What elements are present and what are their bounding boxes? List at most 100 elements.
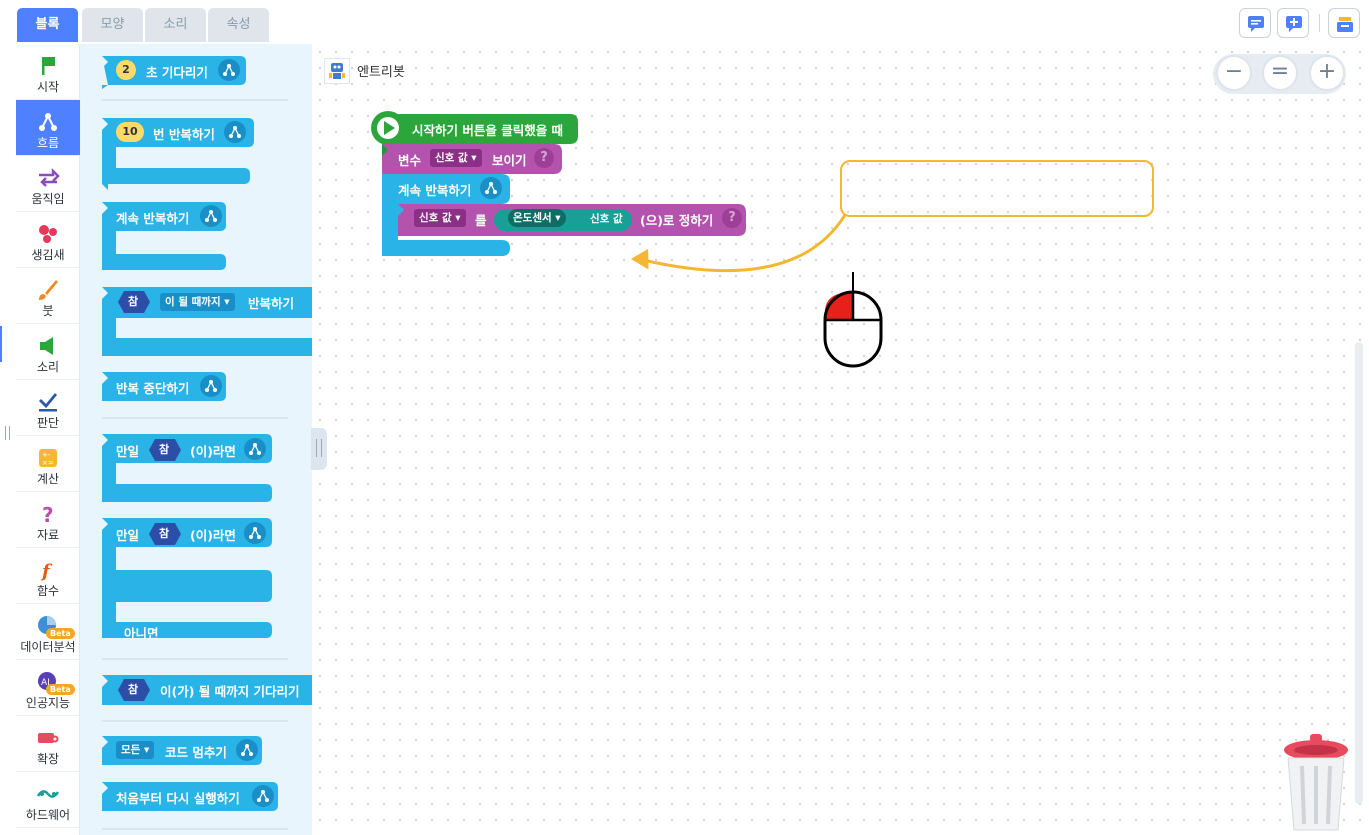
tab-properties[interactable]: 속성	[208, 8, 269, 42]
block-label: (이)라면	[190, 528, 236, 543]
category-data-analysis[interactable]: Beta 데이터분석	[16, 604, 80, 660]
category-label: 인공지능	[25, 696, 71, 710]
function-icon: f	[40, 561, 53, 582]
palette-collapse-handle[interactable]	[311, 428, 327, 470]
block-palette: 2 초 기다리기 10 번 반복하기 계속 반복하기 참 이 될 때까지 ▾ 반…	[80, 44, 312, 835]
number-input[interactable]: 10	[116, 122, 144, 142]
category-brush[interactable]: 붓	[16, 268, 80, 324]
variable-dropdown[interactable]: 신호 값 ▾	[414, 209, 466, 227]
block-label: 를	[475, 213, 487, 228]
dropdown-value: 온도센서	[513, 212, 552, 224]
block-storage-button[interactable]	[1328, 8, 1360, 38]
tutorial-arrow	[630, 214, 847, 273]
top-bar: 블록 모양 소리 속성	[0, 0, 1369, 44]
palette-blocks	[102, 56, 312, 830]
workspace-scrollbar[interactable]	[1355, 342, 1363, 804]
category-function[interactable]: f 함수	[16, 548, 80, 604]
object-thumbnail[interactable]	[324, 58, 350, 84]
add-comment-icon	[1286, 16, 1302, 32]
block-label: 만일	[116, 528, 140, 543]
else-label: 아니면	[124, 626, 159, 641]
block-label: 처음부터 다시 실행하기	[116, 791, 240, 806]
flow-icon	[200, 205, 222, 227]
category-label: 붓	[42, 304, 54, 318]
category-calculation[interactable]: +- ×= 계산	[16, 436, 80, 492]
svg-text:+-: +-	[42, 451, 51, 459]
dropdown-stop-target[interactable]: 모든 ▾	[116, 741, 155, 759]
block-label: 계속 반복하기	[398, 183, 472, 198]
category-extension[interactable]: 확장	[16, 716, 80, 772]
storage-box-icon	[1337, 17, 1353, 32]
block-label: 보이기	[492, 153, 527, 168]
svg-text:?: ?	[42, 503, 54, 526]
category-label: 계산	[36, 472, 60, 486]
block-label: 변수	[398, 153, 422, 168]
category-data[interactable]: ? 자료	[16, 492, 80, 548]
flow-icon	[236, 739, 258, 761]
entrybot-icon	[329, 63, 345, 79]
tutorial-callout	[840, 160, 1154, 217]
number-input[interactable]: 2	[116, 60, 136, 80]
comment-button[interactable]	[1239, 8, 1271, 38]
object-name: 엔트리봇	[357, 65, 405, 80]
category-sound[interactable]: 소리	[16, 324, 80, 380]
tab-sound[interactable]: 소리	[145, 8, 206, 42]
category-label: 흐름	[36, 136, 60, 150]
move-arrows-icon	[39, 167, 60, 187]
category-looks[interactable]: 생김새	[16, 212, 80, 268]
zoom-reset-button[interactable]: =	[1262, 55, 1298, 91]
zoom-out-button[interactable]: −	[1216, 55, 1252, 91]
zoom-in-button[interactable]: +	[1309, 55, 1345, 91]
speaker-icon	[40, 337, 53, 355]
category-label: 소리	[36, 360, 60, 374]
dropdown-value: 신호 값	[435, 152, 468, 164]
category-ai[interactable]: AI Beta 인공지능	[16, 660, 80, 716]
flow-icon	[218, 59, 240, 81]
flow-icon	[244, 438, 266, 460]
block-label: 이(가) 될 때까지 기다리기	[160, 684, 300, 699]
add-comment-button[interactable]	[1277, 8, 1309, 38]
category-label: 움직임	[31, 192, 65, 206]
flow-icon	[224, 121, 246, 143]
category-hardware[interactable]: 하드웨어	[16, 772, 80, 828]
category-label: 데이터분석	[20, 640, 76, 654]
block-label: 계속 반복하기	[116, 211, 190, 226]
trash-can-icon[interactable]	[1282, 734, 1350, 834]
dropdown-value: 이 될 때까지	[165, 296, 221, 308]
resize-indicator	[0, 326, 2, 362]
block-label: 번 반복하기	[153, 127, 215, 142]
panel-resize-handle[interactable]	[5, 426, 10, 440]
block-label: 초 기다리기	[146, 65, 208, 80]
flow-icon	[39, 113, 57, 131]
block-label: 반복 중단하기	[116, 381, 190, 396]
block-label: 만일	[116, 444, 140, 459]
svg-text:f: f	[40, 561, 53, 582]
help-icon[interactable]: ?	[534, 148, 554, 168]
tab-blocks[interactable]: 블록	[17, 8, 78, 42]
block-label: 코드 멈추기	[165, 745, 227, 760]
category-judgement[interactable]: 판단	[16, 380, 80, 436]
category-move[interactable]: 움직임	[16, 156, 80, 212]
variable-dropdown[interactable]: 신호 값 ▾	[430, 149, 482, 167]
tab-shapes[interactable]: 모양	[82, 8, 143, 42]
entry-editor: 블록 모양 소리 속성 시작 흐름 움직임 생김새 붓 소리 판단 +- ×= …	[0, 0, 1369, 835]
brush-icon	[39, 280, 58, 300]
category-label: 확장	[36, 752, 60, 766]
toolbar-divider	[1319, 14, 1320, 32]
calculator-icon: +-×=	[39, 449, 57, 467]
flow-icon	[480, 177, 502, 199]
dropdown-until[interactable]: 이 될 때까지 ▾	[160, 293, 235, 311]
mouse-click-icon	[823, 272, 883, 368]
category-flow[interactable]: 흐름	[16, 100, 80, 156]
category-start[interactable]: 시작	[16, 44, 80, 100]
dropdown-value: 신호 값	[419, 212, 452, 224]
looks-icon	[39, 225, 57, 243]
start-block-label: 시작하기 버튼을 클릭했을 때	[412, 123, 564, 138]
sensor-dropdown[interactable]: 온도센서 ▾	[508, 209, 566, 227]
flag-icon	[42, 57, 55, 75]
dropdown-value: 모든	[121, 744, 141, 756]
flow-icon	[200, 375, 222, 397]
category-label: 자료	[36, 528, 60, 542]
condition-label: 참	[128, 295, 139, 308]
category-sidebar: 시작 흐름 움직임 생김새 붓 소리 판단 +- ×= 계산 ? 자료 f 함수…	[16, 44, 80, 835]
